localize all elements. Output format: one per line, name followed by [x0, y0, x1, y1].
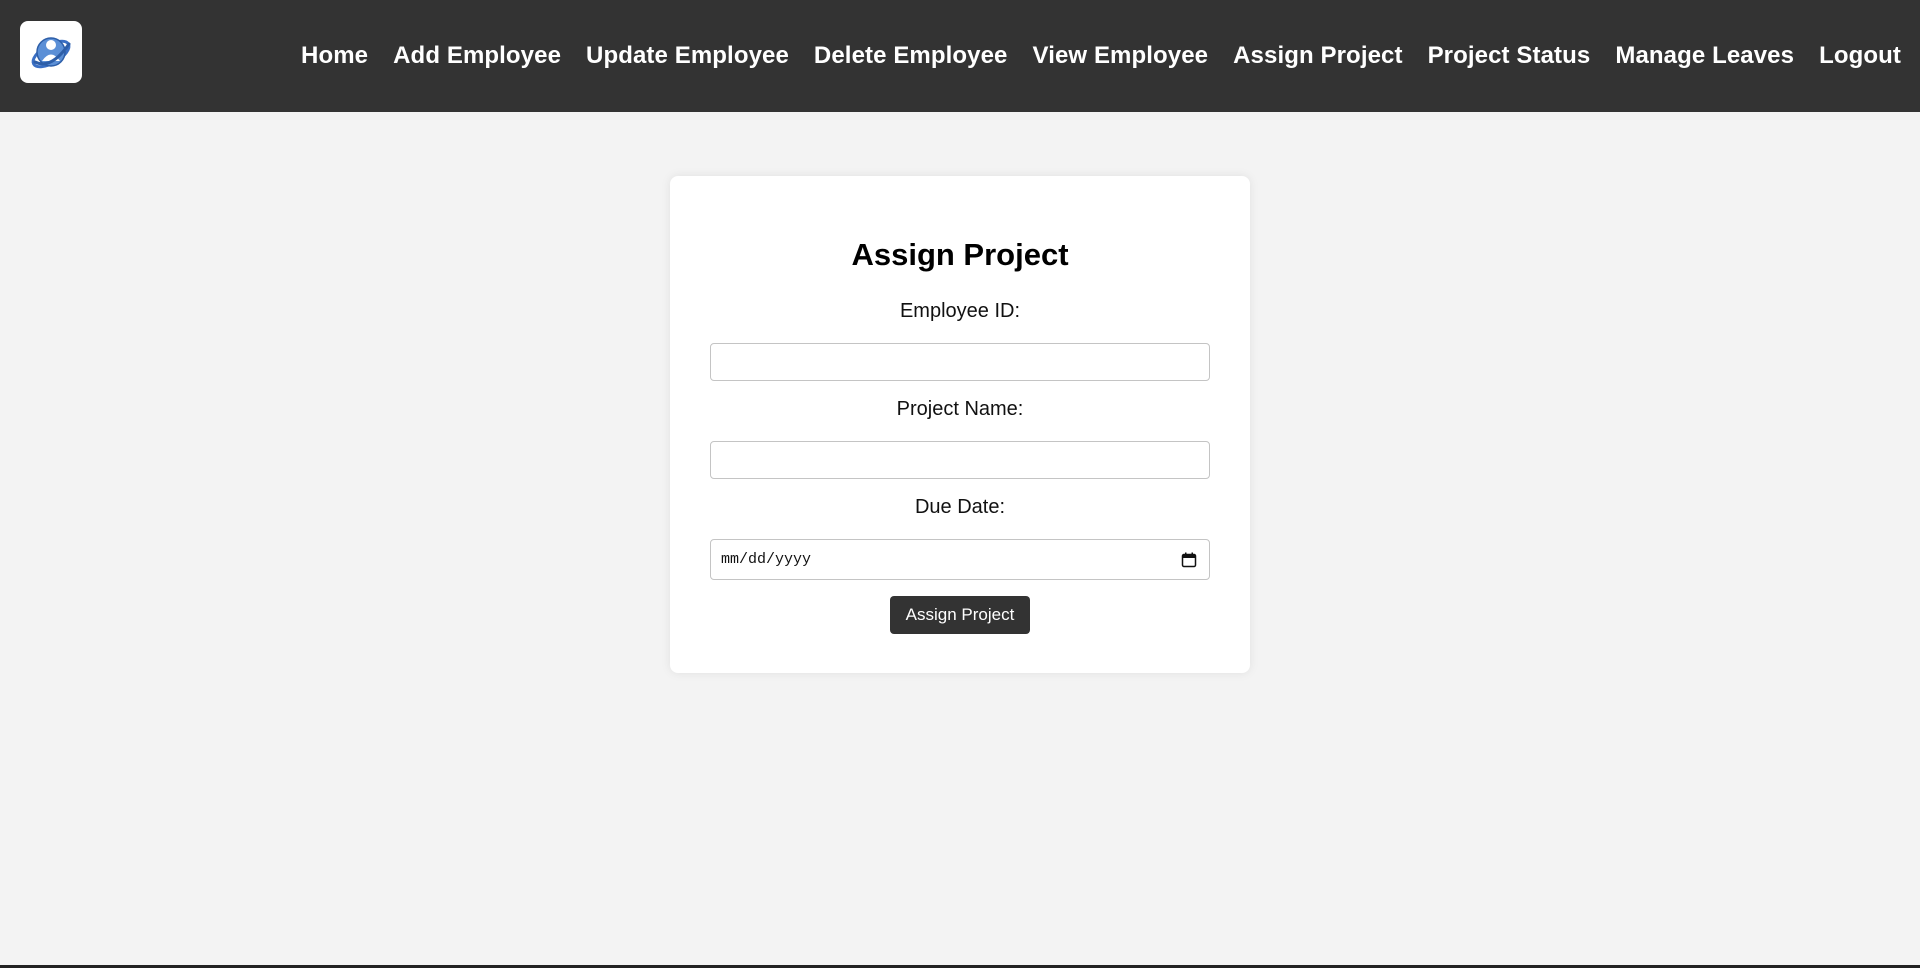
nav-link-add-employee[interactable]: Add Employee: [393, 42, 561, 70]
nav-links: Home Add Employee Update Employee Delete…: [301, 0, 1901, 112]
employee-globe-icon: [31, 37, 71, 69]
assign-project-button[interactable]: Assign Project: [890, 596, 1030, 634]
due-date-placeholder: mm/dd/yyyy: [721, 551, 812, 568]
nav-link-home[interactable]: Home: [301, 42, 368, 70]
nav-link-view-employee[interactable]: View Employee: [1033, 42, 1209, 70]
due-date-label: Due Date:: [914, 496, 1006, 518]
nav-link-manage-leaves[interactable]: Manage Leaves: [1615, 42, 1794, 70]
employee-id-label: Employee ID:: [899, 300, 1021, 322]
employee-id-input[interactable]: [710, 343, 1210, 381]
calendar-icon[interactable]: [1181, 552, 1197, 568]
nav-link-delete-employee[interactable]: Delete Employee: [814, 42, 1008, 70]
project-name-label: Project Name:: [896, 398, 1024, 420]
nav-link-logout[interactable]: Logout: [1819, 42, 1901, 70]
top-navbar: Home Add Employee Update Employee Delete…: [0, 0, 1920, 112]
project-name-input[interactable]: [710, 441, 1210, 479]
nav-link-update-employee[interactable]: Update Employee: [586, 42, 789, 70]
form-title: Assign Project: [851, 237, 1069, 272]
due-date-input[interactable]: mm/dd/yyyy: [710, 539, 1210, 580]
logo[interactable]: [20, 21, 82, 83]
nav-link-project-status[interactable]: Project Status: [1428, 42, 1591, 70]
nav-link-assign-project[interactable]: Assign Project: [1233, 42, 1402, 70]
